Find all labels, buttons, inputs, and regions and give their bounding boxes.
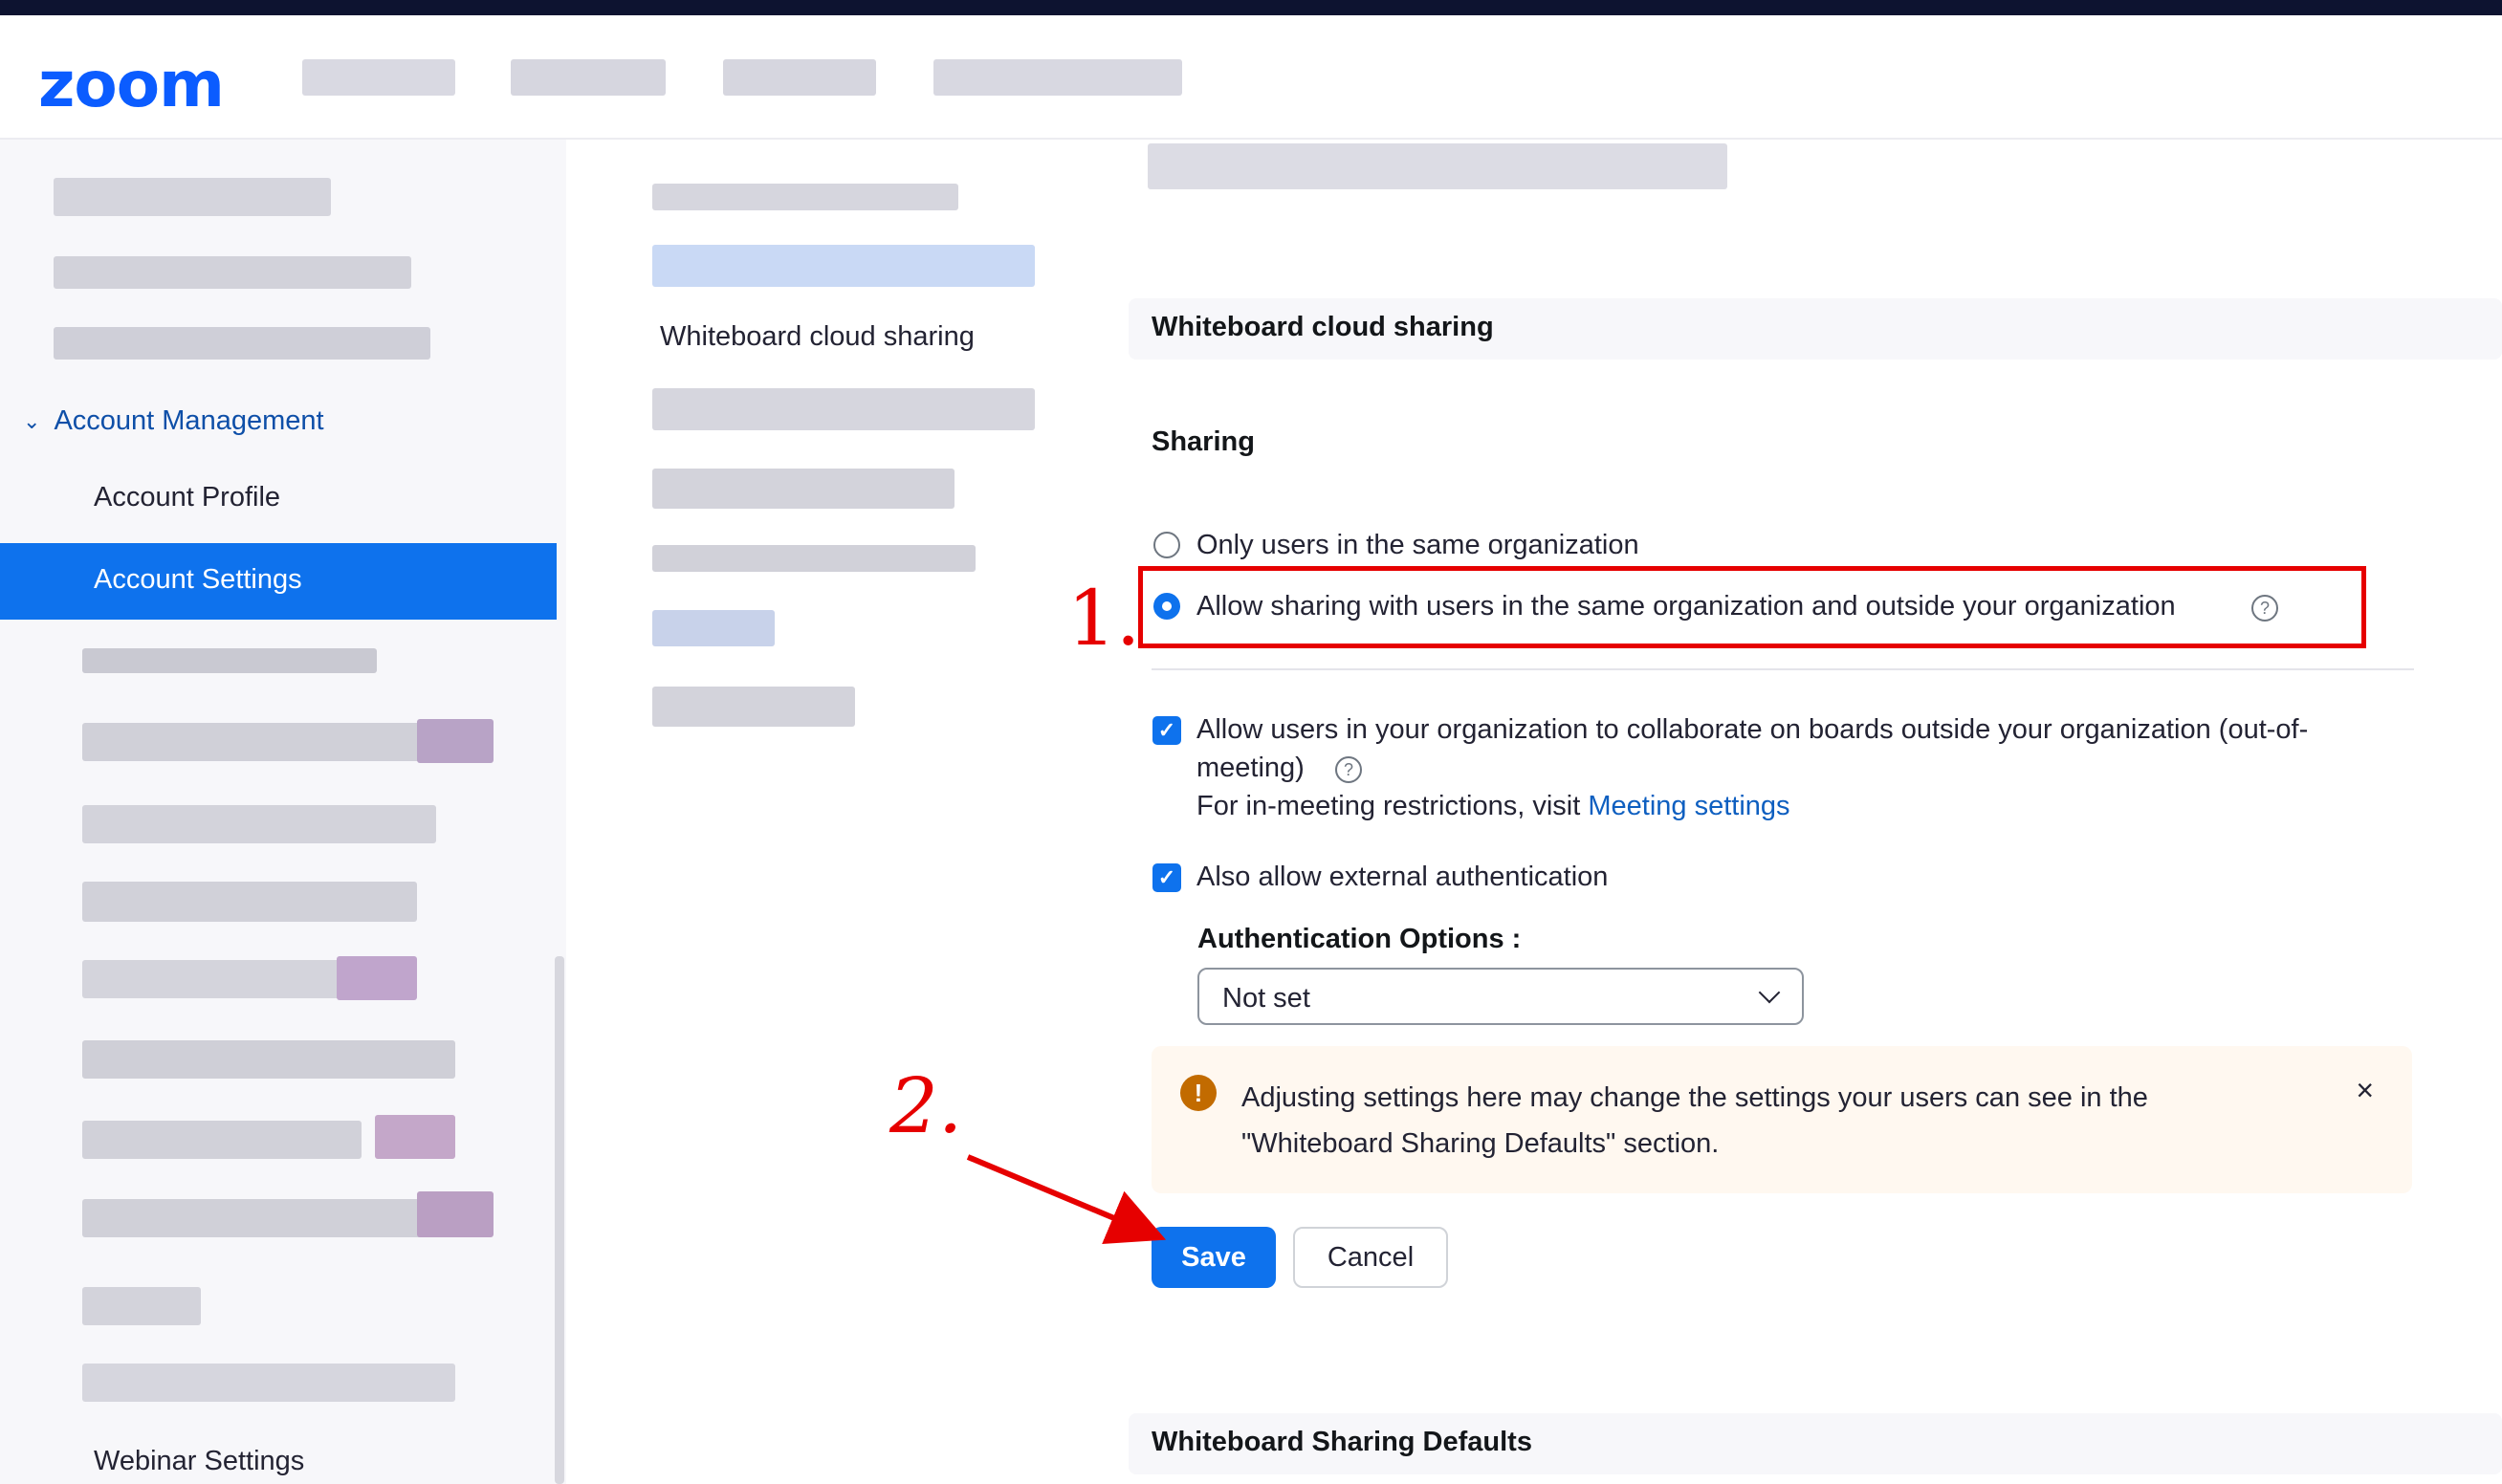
annotation-arrow [966, 1154, 1167, 1245]
